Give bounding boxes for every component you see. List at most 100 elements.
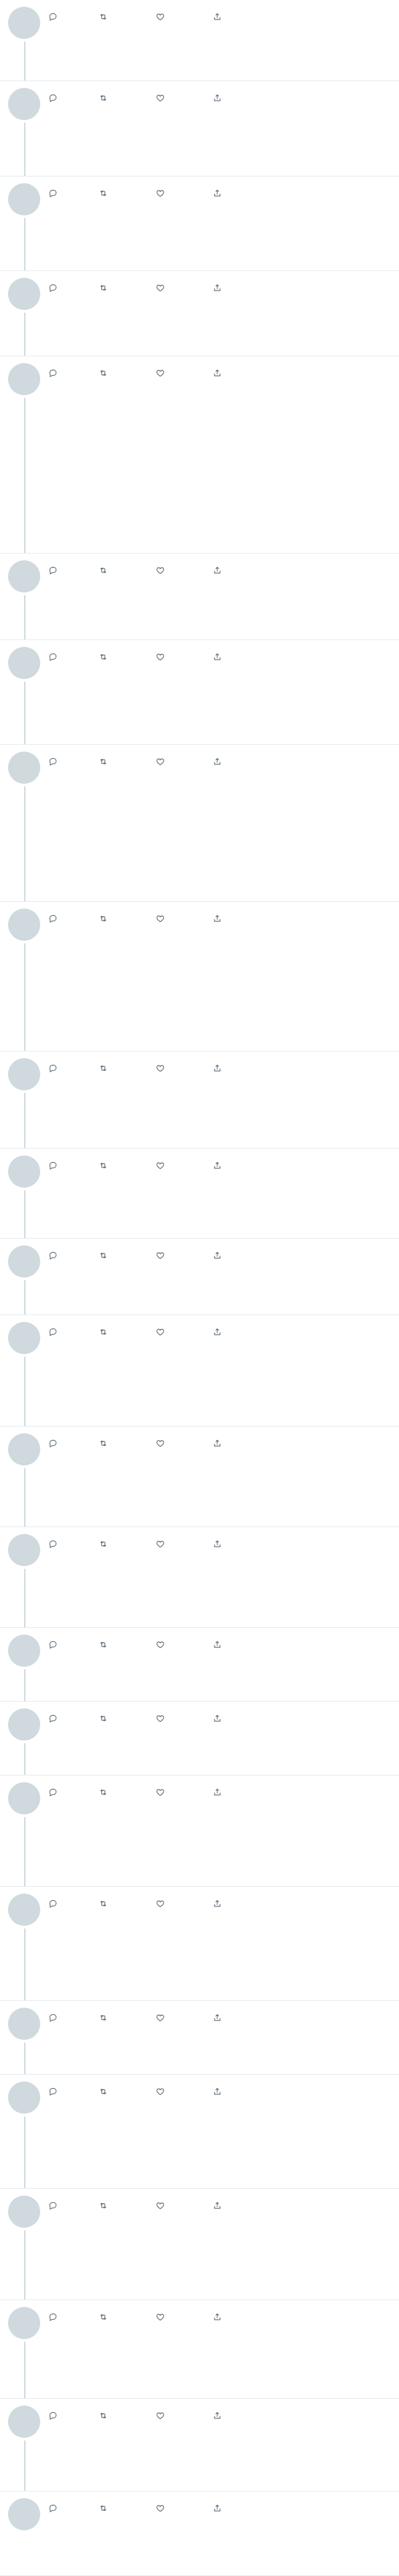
avatar[interactable] — [8, 88, 40, 120]
reply-button[interactable] — [48, 1714, 99, 1723]
avatar[interactable] — [8, 1708, 40, 1741]
like-button[interactable] — [156, 1439, 213, 1448]
reply-button[interactable] — [48, 1899, 99, 1908]
avatar[interactable] — [8, 1635, 40, 1667]
tweet[interactable] — [0, 1628, 399, 1702]
tweet[interactable] — [0, 81, 399, 176]
reply-button[interactable] — [48, 1064, 99, 1073]
retweet-button[interactable] — [99, 1327, 156, 1337]
tweet[interactable] — [0, 902, 399, 1051]
like-button[interactable] — [156, 1899, 213, 1908]
share-button[interactable] — [213, 914, 226, 923]
tweet[interactable] — [0, 1887, 399, 2001]
retweet-button[interactable] — [99, 1640, 156, 1649]
like-button[interactable] — [156, 914, 213, 923]
like-button[interactable] — [156, 1327, 213, 1337]
retweet-button[interactable] — [99, 368, 156, 378]
retweet-button[interactable] — [99, 1251, 156, 1260]
like-button[interactable] — [156, 12, 213, 21]
avatar[interactable] — [8, 183, 40, 215]
like-button[interactable] — [156, 2504, 213, 2513]
retweet-button[interactable] — [99, 12, 156, 21]
avatar[interactable] — [8, 363, 40, 395]
reply-button[interactable] — [48, 93, 99, 103]
tweet[interactable] — [0, 640, 399, 745]
reply-button[interactable] — [48, 1327, 99, 1337]
tweet[interactable] — [0, 1702, 399, 1775]
reply-button[interactable] — [48, 1539, 99, 1549]
tweet[interactable] — [0, 1051, 399, 1149]
reply-button[interactable] — [48, 2312, 99, 2322]
retweet-button[interactable] — [99, 2411, 156, 2420]
tweet[interactable] — [0, 271, 399, 356]
retweet-button[interactable] — [99, 1539, 156, 1549]
like-button[interactable] — [156, 1788, 213, 1797]
like-button[interactable] — [156, 2312, 213, 2322]
tweet[interactable] — [0, 2001, 399, 2075]
like-button[interactable] — [156, 2013, 213, 2022]
share-button[interactable] — [213, 1640, 226, 1649]
reply-button[interactable] — [48, 566, 99, 575]
tweet[interactable] — [0, 1427, 399, 1527]
reply-button[interactable] — [48, 1161, 99, 1170]
reply-button[interactable] — [48, 283, 99, 293]
share-button[interactable] — [213, 1064, 226, 1073]
tweet[interactable] — [0, 1527, 399, 1628]
avatar[interactable] — [8, 2307, 40, 2339]
reply-button[interactable] — [48, 368, 99, 378]
avatar[interactable] — [8, 909, 40, 941]
retweet-button[interactable] — [99, 1899, 156, 1908]
avatar[interactable] — [8, 560, 40, 593]
share-button[interactable] — [213, 1899, 226, 1908]
retweet-button[interactable] — [99, 2201, 156, 2210]
share-button[interactable] — [213, 1161, 226, 1170]
retweet-button[interactable] — [99, 914, 156, 923]
retweet-button[interactable] — [99, 2504, 156, 2513]
reply-button[interactable] — [48, 1251, 99, 1260]
retweet-button[interactable] — [99, 566, 156, 575]
reply-button[interactable] — [48, 2504, 99, 2513]
retweet-button[interactable] — [99, 1439, 156, 1448]
share-button[interactable] — [213, 2087, 226, 2096]
tweet[interactable] — [0, 2075, 399, 2189]
like-button[interactable] — [156, 566, 213, 575]
avatar[interactable] — [8, 2406, 40, 2438]
retweet-button[interactable] — [99, 2312, 156, 2322]
share-button[interactable] — [213, 12, 226, 21]
share-button[interactable] — [213, 1539, 226, 1549]
share-button[interactable] — [213, 1714, 226, 1723]
like-button[interactable] — [156, 1714, 213, 1723]
tweet[interactable] — [0, 2189, 399, 2300]
avatar[interactable] — [8, 2081, 40, 2114]
retweet-button[interactable] — [99, 652, 156, 662]
retweet-button[interactable] — [99, 1161, 156, 1170]
avatar[interactable] — [8, 647, 40, 679]
avatar[interactable] — [8, 1534, 40, 1566]
tweet[interactable] — [0, 1315, 399, 1427]
tweet[interactable] — [0, 356, 399, 554]
share-button[interactable] — [213, 2201, 226, 2210]
avatar[interactable] — [8, 278, 40, 310]
share-button[interactable] — [213, 283, 226, 293]
share-button[interactable] — [213, 2504, 226, 2513]
like-button[interactable] — [156, 283, 213, 293]
avatar[interactable] — [8, 1322, 40, 1354]
share-button[interactable] — [213, 368, 226, 378]
avatar[interactable] — [8, 1245, 40, 1278]
reply-button[interactable] — [48, 2013, 99, 2022]
reply-button[interactable] — [48, 2087, 99, 2096]
like-button[interactable] — [156, 1064, 213, 1073]
like-button[interactable] — [156, 1161, 213, 1170]
retweet-button[interactable] — [99, 2013, 156, 2022]
tweet[interactable] — [0, 2491, 399, 2576]
avatar[interactable] — [8, 1155, 40, 1188]
avatar[interactable] — [8, 1058, 40, 1090]
like-button[interactable] — [156, 2087, 213, 2096]
avatar[interactable] — [8, 7, 40, 39]
reply-button[interactable] — [48, 1788, 99, 1797]
avatar[interactable] — [8, 752, 40, 784]
like-button[interactable] — [156, 368, 213, 378]
tweet[interactable] — [0, 2399, 399, 2491]
share-button[interactable] — [213, 652, 226, 662]
tweet[interactable] — [0, 176, 399, 271]
